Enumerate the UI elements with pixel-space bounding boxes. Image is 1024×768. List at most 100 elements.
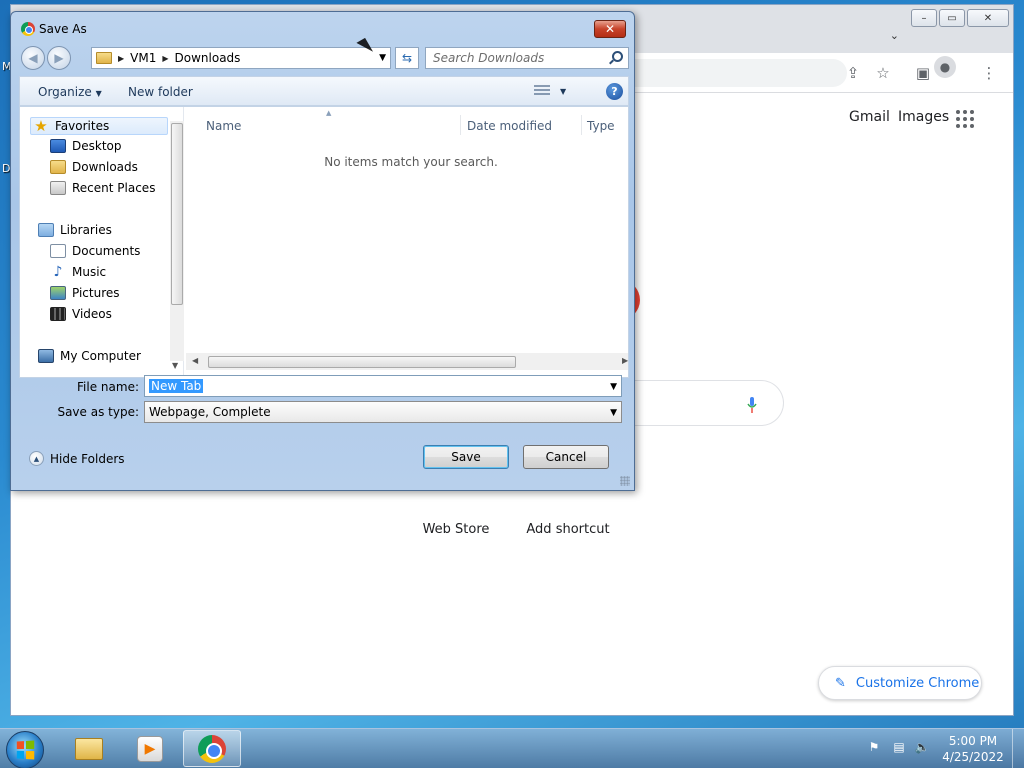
star-icon: ★ (34, 117, 48, 135)
chevron-down-icon[interactable]: ▼ (610, 382, 617, 392)
dialog-title: Save As (39, 22, 87, 36)
scroll-right-arrow-icon[interactable]: ▶ (622, 356, 628, 365)
shortcut-add[interactable]: Add shortcut (518, 522, 618, 537)
network-icon[interactable]: ▤ (891, 740, 907, 754)
action-center-flag-icon[interactable]: ⚑ (866, 740, 882, 754)
empty-message: No items match your search. (324, 155, 498, 169)
folder-icon (75, 737, 103, 760)
breadcrumb-separator-icon[interactable]: ▶ (162, 54, 168, 63)
taskbar-media-player[interactable]: ▶ (121, 730, 179, 767)
column-separator[interactable] (460, 115, 461, 135)
refresh-icon[interactable]: ⇆ (395, 47, 419, 69)
start-button[interactable] (6, 731, 44, 768)
videos-icon (50, 307, 66, 321)
chevron-down-icon[interactable]: ▼ (610, 408, 617, 418)
tree-label: My Computer (60, 349, 141, 363)
taskbar-windows-explorer[interactable] (60, 730, 118, 767)
breadcrumb-vm1[interactable]: VM1 (130, 51, 156, 65)
view-options-icon[interactable] (534, 85, 550, 97)
google-search-box[interactable] (620, 380, 784, 426)
folder-icon (96, 52, 112, 64)
file-name-label: File name: (77, 380, 139, 394)
horizontal-scrollbar[interactable]: ◀ ▶ (186, 353, 628, 370)
tree-desktop[interactable]: Desktop (50, 139, 122, 153)
tree-libraries[interactable]: Libraries (38, 223, 112, 237)
new-folder-button[interactable]: New folder (128, 85, 193, 99)
cancel-button[interactable]: Cancel (523, 445, 609, 469)
dialog-close-button[interactable]: ✕ (594, 20, 626, 38)
tree-videos[interactable]: Videos (50, 307, 112, 321)
save-as-dialog: Save As ✕ ◀ ▶ ▶ VM1 ▶ Downloads ▼ ⇆ Sear… (10, 11, 635, 491)
column-header-date-modified[interactable]: Date modified (467, 119, 552, 133)
back-arrow-icon[interactable]: ◀ (21, 46, 45, 70)
computer-icon (38, 349, 54, 363)
save-button[interactable]: Save (423, 445, 509, 469)
breadcrumb-downloads[interactable]: Downloads (175, 51, 241, 65)
share-icon[interactable]: ⇪ (843, 63, 863, 83)
images-link[interactable]: Images (898, 109, 949, 125)
scroll-left-arrow-icon[interactable]: ◀ (192, 356, 198, 365)
nav-scroll-thumb[interactable] (171, 123, 183, 305)
tree-favorites[interactable]: ★ Favorites (30, 117, 168, 135)
bookmark-star-icon[interactable]: ☆ (873, 63, 893, 83)
address-dropdown-icon[interactable]: ▼ (379, 53, 386, 63)
gmail-link[interactable]: Gmail (849, 109, 890, 125)
tree-label: Documents (72, 244, 141, 258)
system-clock[interactable]: 5:00 PM 4/25/2022 (940, 733, 1006, 765)
column-separator[interactable] (581, 115, 582, 135)
horizontal-scroll-thumb[interactable] (208, 356, 516, 368)
forward-arrow-icon[interactable]: ▶ (47, 46, 71, 70)
column-header-type[interactable]: Type (587, 119, 615, 133)
hide-folders-button[interactable]: ▲ Hide Folders (29, 451, 125, 466)
tree-label: Favorites (55, 119, 110, 133)
search-placeholder: Search Downloads (433, 51, 545, 65)
dialog-title-bar: Save As (21, 22, 87, 36)
tree-recent-places[interactable]: Recent Places (50, 181, 155, 195)
tree-label: Music (72, 265, 107, 279)
windows-logo-icon (16, 740, 35, 760)
tree-pictures[interactable]: Pictures (50, 286, 120, 300)
column-header-name[interactable]: Name (206, 119, 241, 133)
help-icon[interactable]: ? (606, 83, 623, 100)
scroll-down-arrow-icon[interactable]: ▼ (172, 361, 178, 370)
address-bar[interactable]: ▶ VM1 ▶ Downloads ▼ (91, 47, 391, 69)
organize-label: Organize (38, 85, 92, 99)
customize-chrome-label: Customize Chrome (855, 675, 980, 691)
tree-downloads[interactable]: Downloads (50, 160, 138, 174)
kebab-menu-icon[interactable]: ⋮ (979, 63, 999, 83)
search-input[interactable]: Search Downloads (425, 47, 629, 69)
tree-music[interactable]: ♪ Music (50, 264, 107, 280)
downloads-folder-icon (50, 160, 66, 174)
hide-folders-label: Hide Folders (50, 451, 125, 466)
tree-documents[interactable]: Documents (50, 244, 140, 258)
mic-icon[interactable] (747, 397, 757, 413)
music-note-icon: ♪ (53, 264, 63, 280)
tree-label: Pictures (72, 286, 120, 300)
breadcrumb-separator-icon[interactable]: ▶ (118, 54, 124, 63)
minimize-button[interactable]: – (911, 9, 937, 27)
navigation-tree: ★ Favorites Desktop Downloads Recent Pla… (20, 107, 184, 377)
window-controls: – ▭ ✕ (911, 9, 1009, 27)
tree-label: Libraries (60, 223, 112, 237)
show-desktop-button[interactable] (1012, 729, 1024, 768)
volume-icon[interactable]: 🔈 (914, 740, 930, 754)
tab-search-chevron-icon[interactable]: ⌄ (890, 29, 899, 42)
customize-chrome-button[interactable]: ✎ Customize Chrome (818, 666, 982, 700)
profile-icon[interactable]: ● (934, 56, 956, 78)
close-window-button[interactable]: ✕ (967, 9, 1009, 27)
tree-my-computer[interactable]: My Computer (38, 349, 141, 363)
view-dropdown-icon[interactable]: ▼ (560, 87, 566, 96)
apps-grid-icon[interactable] (956, 110, 974, 128)
side-panel-icon[interactable]: ▣ (913, 63, 933, 83)
save-as-type-select[interactable]: Webpage, Complete ▼ (144, 401, 622, 423)
file-name-value: New Tab (149, 379, 204, 393)
maximize-button[interactable]: ▭ (939, 9, 965, 27)
shortcut-web-store[interactable]: Web Store (406, 522, 506, 537)
chevron-down-icon: ▼ (95, 89, 102, 98)
resize-grip-icon[interactable] (620, 476, 630, 486)
file-name-field[interactable]: New Tab ▼ (144, 375, 622, 397)
tree-label: Downloads (72, 160, 138, 174)
save-as-type-label: Save as type: (57, 405, 139, 419)
taskbar-google-chrome[interactable] (183, 730, 241, 767)
organize-menu[interactable]: Organize ▼ (38, 85, 102, 99)
